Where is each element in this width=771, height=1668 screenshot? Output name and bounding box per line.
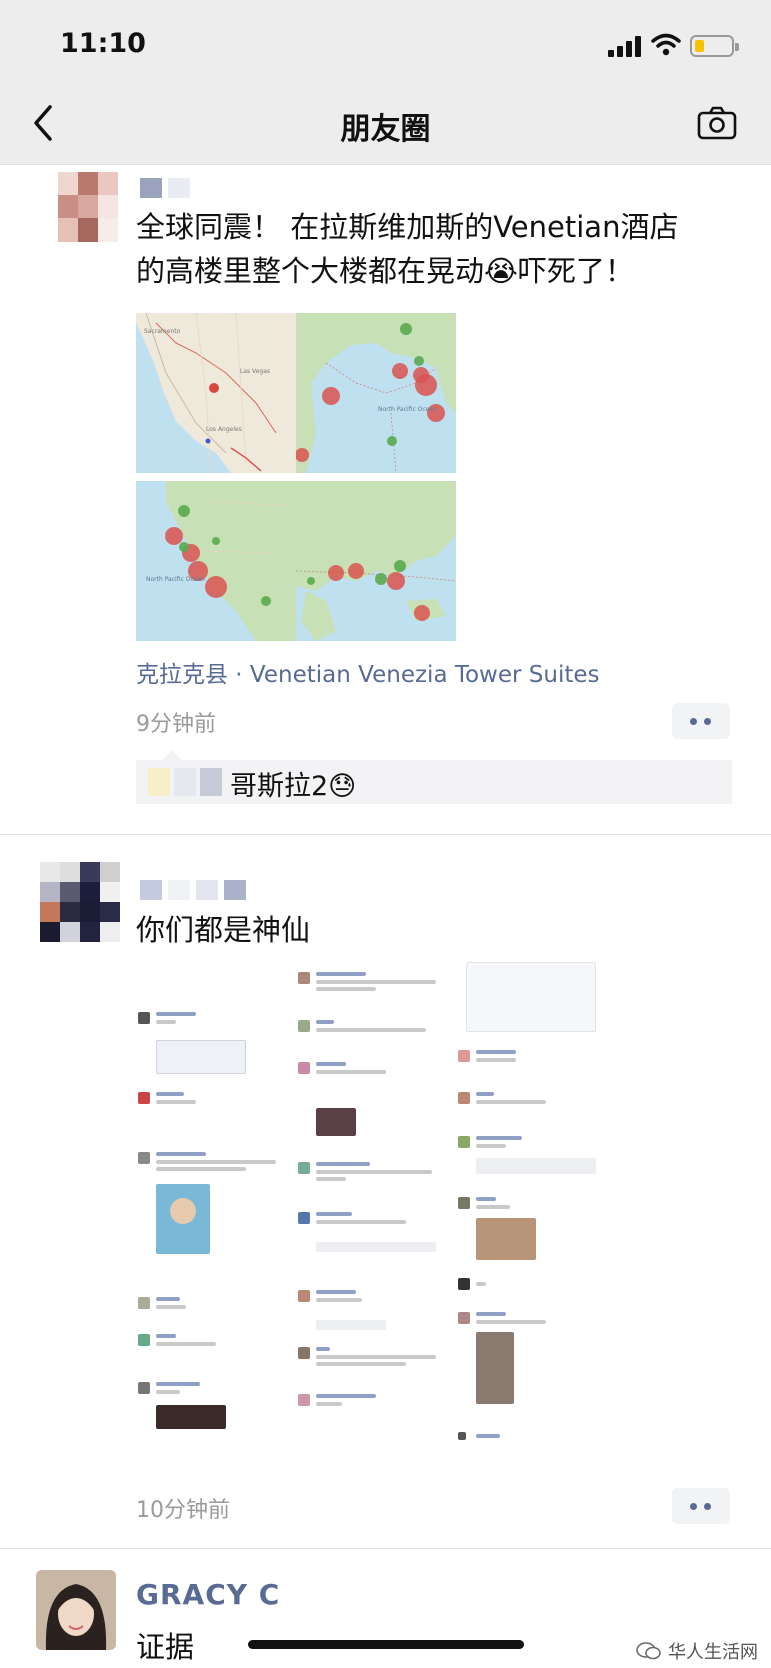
more-dots-icon xyxy=(690,718,697,725)
wifi-icon xyxy=(651,33,681,56)
post1-username-blurred[interactable] xyxy=(140,178,190,198)
post1-text-line1: 全球同震！ 在拉斯维加斯的Venetian酒店 xyxy=(136,210,679,244)
map-image-pacific[interactable]: North Pacific Ocean xyxy=(296,313,456,473)
post2-timestamp: 10分钟前 xyxy=(136,1498,230,1523)
map3-ocean-label: North Pacific Ocean xyxy=(146,576,205,583)
post1-comment-text: 哥斯拉2😓 xyxy=(230,771,357,802)
svg-text:Las Vegas: Las Vegas xyxy=(240,368,270,375)
map-image-california[interactable]: Sacramento Los Angeles Las Vegas xyxy=(136,313,296,473)
comment-username-blurred[interactable] xyxy=(148,768,222,796)
post2-text: 你们都是神仙 xyxy=(136,913,311,947)
post1-text-line2: 的高楼里整个大楼都在晃动😭吓死了！ xyxy=(136,254,634,288)
post1-timestamp: 9分钟前 xyxy=(136,712,216,737)
wechat-icon xyxy=(636,1642,661,1660)
svg-text:Los Angeles: Los Angeles xyxy=(206,426,242,433)
post2-avatar[interactable] xyxy=(40,862,120,942)
map-image-eurasia[interactable] xyxy=(296,481,456,641)
comment-pointer xyxy=(162,750,182,760)
signal-icon xyxy=(608,35,642,57)
page-title: 朋友圈 xyxy=(340,112,431,147)
post-divider xyxy=(0,834,771,835)
post2-username-blurred[interactable] xyxy=(140,880,246,900)
home-indicator[interactable] xyxy=(248,1640,524,1649)
post1-location[interactable]: 克拉克县 · Venetian Venezia Tower Suites xyxy=(136,655,600,689)
watermark-text: 华人生活网 xyxy=(668,1642,758,1663)
more-dots-icon xyxy=(690,1503,697,1510)
post3-username[interactable]: GRACY C xyxy=(136,1578,280,1611)
map2-ocean-label: North Pacific Ocean xyxy=(378,406,437,413)
post1-avatar[interactable] xyxy=(58,172,118,242)
post1-comment-box xyxy=(136,760,732,804)
top-bar: 11:10 朋友圈 xyxy=(0,0,771,165)
post-divider xyxy=(0,1548,771,1549)
post1-more-button[interactable] xyxy=(672,703,730,739)
watermark: 华人生活网 xyxy=(636,1638,758,1664)
post2-more-button[interactable] xyxy=(672,1488,730,1524)
map-image-north-america[interactable]: North Pacific Ocean xyxy=(136,481,296,641)
post3-text: 证据 xyxy=(136,1630,195,1664)
post1-text: 全球同震！ 在拉斯维加斯的Venetian酒店 的高楼里整个大楼都在晃动😭吓死了… xyxy=(136,205,678,293)
svg-text:Sacramento: Sacramento xyxy=(144,328,181,335)
camera-icon[interactable] xyxy=(697,106,737,140)
status-time: 11:10 xyxy=(60,28,146,59)
post3-avatar[interactable] xyxy=(36,1570,116,1650)
battery-icon xyxy=(690,35,739,57)
screenshot-collage-image[interactable] xyxy=(136,962,636,1472)
